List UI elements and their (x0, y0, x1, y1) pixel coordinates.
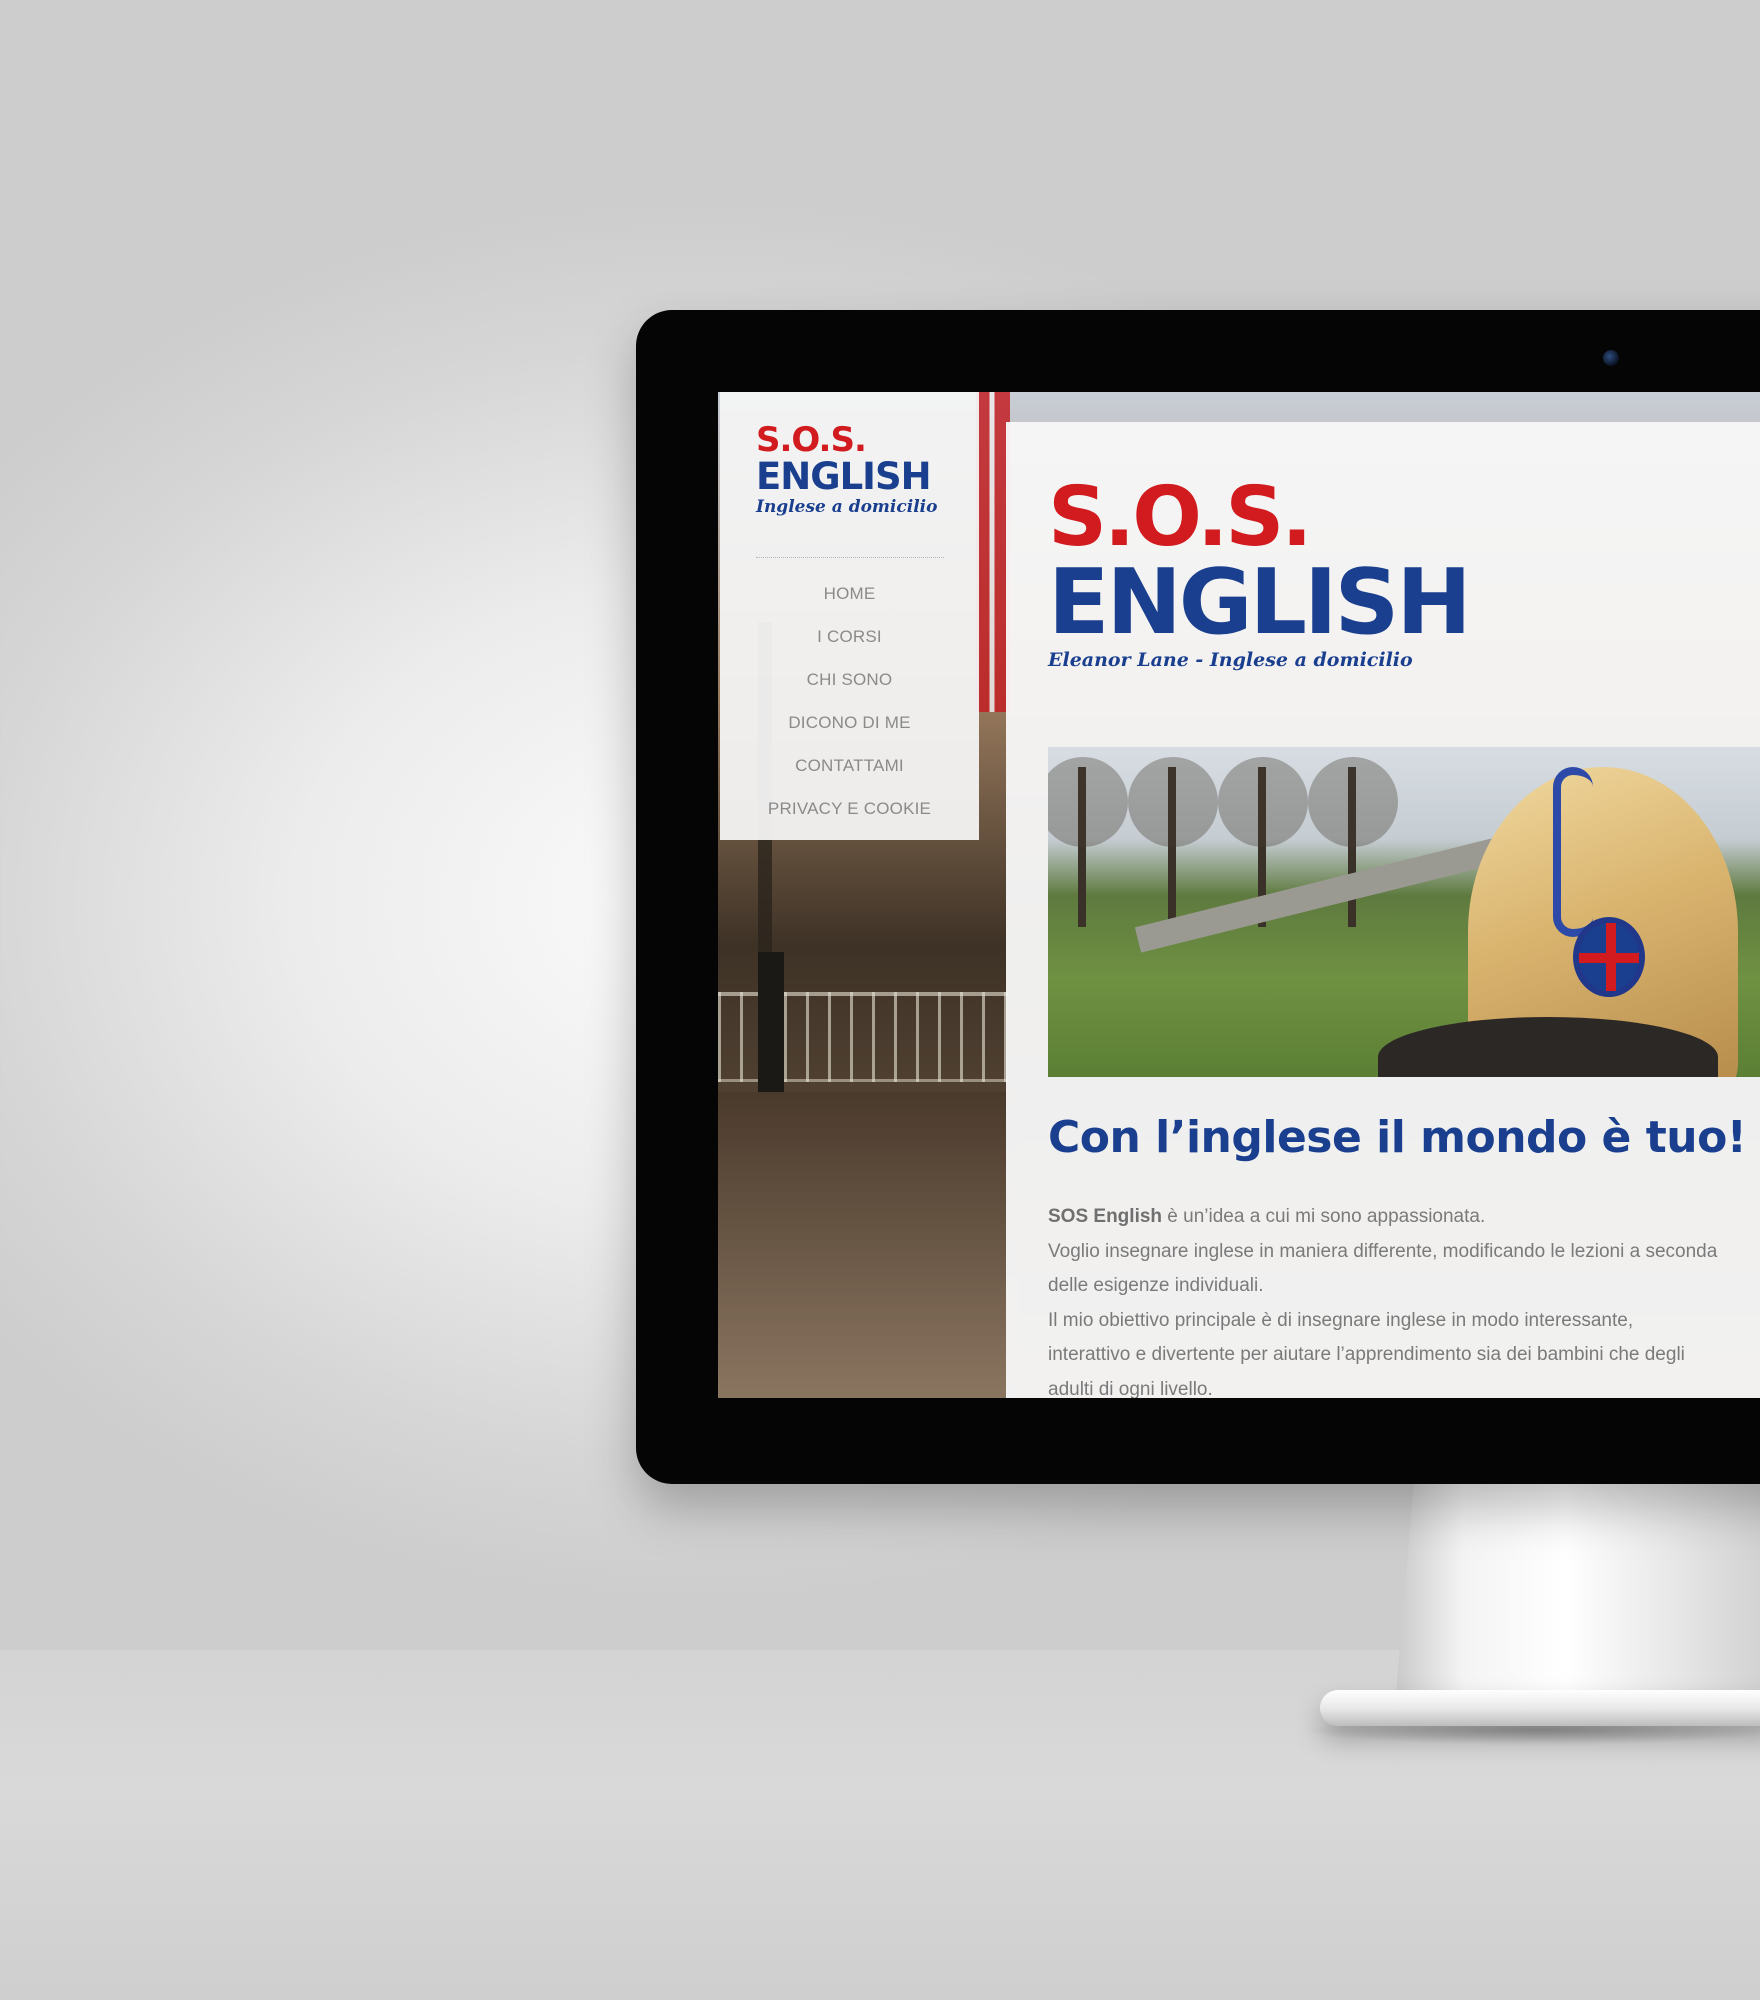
hero-tree (1128, 757, 1218, 927)
nav-item-i-corsi[interactable]: I CORSI (720, 627, 979, 670)
main-logo-tagline: Eleanor Lane - Inglese a domicilio (1048, 649, 1413, 671)
intro-line: Voglio insegnare inglese in maniera diff… (1048, 1240, 1718, 1262)
website-screen: S.O.S. ENGLISH Inglese a domicilio HOME … (718, 392, 1760, 1398)
union-jack-headphone-icon (1573, 917, 1645, 997)
main-navigation: HOME I CORSI CHI SONO DICONO DI ME CONTA… (720, 584, 979, 842)
intro-line-rest: è un’idea a cui mi sono appassionata. (1162, 1206, 1486, 1227)
sidebar-divider (756, 557, 944, 558)
intro-strong: SOS English (1048, 1206, 1163, 1227)
main-logo-sos: S.O.S. (1048, 470, 1312, 565)
union-jack-flag-background (976, 392, 1010, 712)
monitor-stand-base (1320, 1690, 1760, 1726)
background-road (718, 1092, 1018, 1398)
main-logo: S.O.S. ENGLISH Eleanor Lane - Inglese a … (1048, 470, 1472, 672)
hero-tree (1308, 757, 1398, 927)
page-heading: Con l’inglese il mondo è tuo! (1048, 1112, 1747, 1163)
camera-icon (1603, 350, 1619, 366)
hero-image (1048, 747, 1760, 1077)
sidebar-logo-tagline: Inglese a domicilio (756, 497, 938, 517)
intro-line: interattivo e divertente per aiutare l’a… (1048, 1344, 1685, 1365)
intro-line: delle esigenze individuali. (1048, 1275, 1264, 1296)
intro-line: adulti di ogni livello. (1048, 1378, 1213, 1399)
sidebar: S.O.S. ENGLISH Inglese a domicilio HOME … (720, 392, 979, 840)
intro-line: SOS English è un’idea a cui mi sono appa… (1048, 1200, 1760, 1235)
nav-item-privacy-e-cookie[interactable]: PRIVACY E COOKIE (720, 799, 979, 842)
intro-line: Il mio obiettivo principale è di insegna… (1048, 1309, 1634, 1331)
sidebar-logo-sos: S.O.S. (756, 420, 867, 460)
nav-item-home[interactable]: HOME (720, 584, 979, 627)
hero-tree (1048, 757, 1128, 927)
sidebar-logo-english: ENGLISH (756, 455, 932, 498)
monitor-stand-neck (1395, 1470, 1760, 1705)
headphone-band (1553, 767, 1593, 937)
sidebar-logo[interactable]: S.O.S. ENGLISH Inglese a domicilio (756, 422, 946, 518)
nav-item-chi-sono[interactable]: CHI SONO (720, 670, 979, 713)
main-logo-english: ENGLISH (1048, 550, 1472, 655)
nav-item-contattami[interactable]: CONTATTAMI (720, 756, 979, 799)
main-content: S.O.S. ENGLISH Eleanor Lane - Inglese a … (1006, 422, 1760, 1398)
intro-paragraph: SOS English è un’idea a cui mi sono appa… (1048, 1200, 1760, 1398)
nav-item-dicono-di-me[interactable]: DICONO DI ME (720, 713, 979, 756)
